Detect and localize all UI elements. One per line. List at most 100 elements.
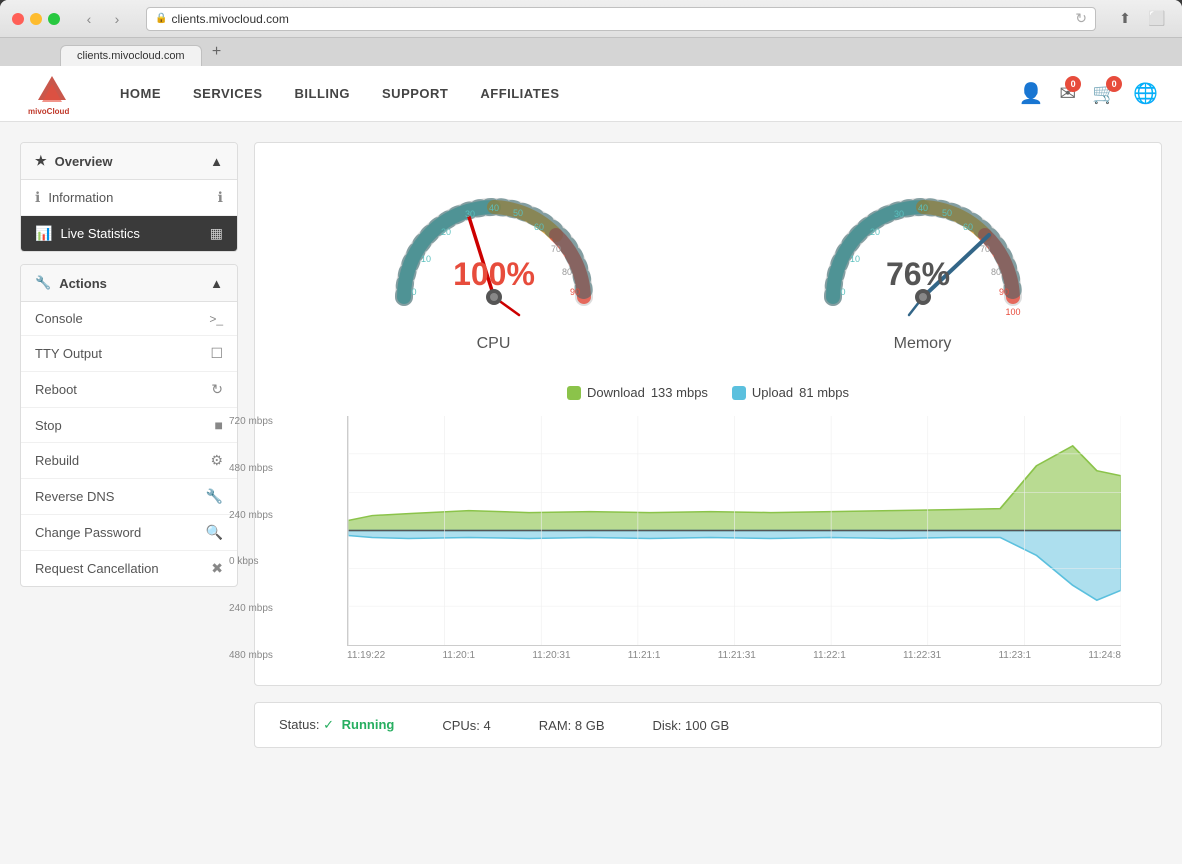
sidebar-item-console[interactable]: Console >_ [21, 302, 237, 336]
address-bar[interactable]: 🔒 clients.mivocloud.com ↻ [146, 7, 1096, 31]
sidebar-actions-header[interactable]: 🔧 Actions ▲ [21, 265, 237, 302]
x-label-8: 11:24:8 [1088, 650, 1121, 661]
memory-gauge-svg: 0 10 20 30 40 50 60 70 80 90 100 [813, 167, 1033, 327]
chart-legend: Download 133 mbps Upload 81 mbps [279, 385, 1137, 400]
cpus-info: CPUs: 4 [442, 718, 490, 733]
cpu-gauge: 0 10 20 30 40 50 60 70 80 90 [384, 167, 604, 353]
user-icon: 👤 [1019, 83, 1044, 105]
logo-icon: mivoCloud [24, 72, 80, 116]
status-check-icon: ✓ [323, 717, 334, 732]
stop-label: Stop [35, 418, 62, 433]
logo-area: mivoCloud [24, 72, 80, 116]
notification-icon-wrap[interactable]: ✉ 0 [1059, 81, 1076, 106]
nav-icons: 👤 ✉ 0 🛒 0 🌐 [1019, 81, 1158, 106]
forward-button[interactable]: › [104, 8, 130, 30]
nav-billing[interactable]: BILLING [295, 86, 351, 101]
x-label-7: 11:23:1 [998, 650, 1031, 661]
svg-text:90: 90 [998, 287, 1008, 297]
sidebar-item-stop[interactable]: Stop ■ [21, 408, 237, 443]
nav-services[interactable]: SERVICES [193, 86, 263, 101]
active-tab[interactable]: clients.mivocloud.com [60, 45, 202, 66]
svg-text:80: 80 [990, 267, 1000, 277]
share-button[interactable]: ⬆ [1112, 8, 1138, 30]
status-label: Status: ✓ Running [279, 717, 394, 733]
svg-text:40: 40 [488, 203, 498, 213]
reload-icon[interactable]: ↻ [1075, 10, 1087, 27]
main-panel: 0 10 20 30 40 50 60 70 80 90 [254, 142, 1162, 748]
x-label-2: 11:20:31 [532, 650, 570, 661]
ram-value: 8 GB [575, 718, 605, 733]
status-value: Running [342, 717, 395, 732]
sidebar-item-change-password[interactable]: Change Password 🔍 [21, 515, 237, 551]
svg-text:50: 50 [512, 208, 522, 218]
x-label-6: 11:22:31 [903, 650, 941, 661]
chart-svg [348, 416, 1121, 645]
svg-text:60: 60 [533, 222, 543, 232]
close-button[interactable] [12, 13, 24, 25]
back-button[interactable]: ‹ [76, 8, 102, 30]
sidebar-item-rebuild[interactable]: Rebuild ⚙ [21, 443, 237, 479]
svg-text:0: 0 [411, 287, 416, 297]
info-icon: ℹ [35, 189, 40, 206]
upload-legend-label: Upload [752, 385, 793, 400]
cancellation-icon: ✖ [211, 560, 223, 577]
svg-text:100%: 100% [453, 256, 535, 292]
globe-icon-wrap[interactable]: 🌐 [1133, 81, 1158, 106]
sidebar-item-reverse-dns[interactable]: Reverse DNS 🔧 [21, 479, 237, 515]
sidebar-item-tty[interactable]: TTY Output ☐ [21, 336, 237, 372]
sidebar-item-live-statistics[interactable]: 📊 Live Statistics ▦ [21, 216, 237, 251]
svg-text:10: 10 [849, 254, 859, 264]
nav-home[interactable]: HOME [120, 86, 161, 101]
y-label-480: 480 mbps [229, 463, 273, 474]
tab-bar: clients.mivocloud.com + [0, 38, 1182, 66]
nav-links: HOME SERVICES BILLING SUPPORT AFFILIATES [120, 86, 1019, 101]
cart-icon-wrap[interactable]: 🛒 0 [1092, 81, 1117, 106]
globe-icon: 🌐 [1133, 83, 1158, 105]
cart-badge: 0 [1106, 76, 1122, 92]
topnav: mivoCloud HOME SERVICES BILLING SUPPORT … [0, 66, 1182, 122]
traffic-lights [12, 13, 60, 25]
cpu-gauge-svg: 0 10 20 30 40 50 60 70 80 90 [384, 167, 604, 327]
sidebar-item-reboot[interactable]: Reboot ↻ [21, 372, 237, 408]
nav-affiliates[interactable]: AFFILIATES [480, 86, 559, 101]
request-cancellation-label: Request Cancellation [35, 561, 159, 576]
svg-text:70: 70 [979, 244, 989, 254]
svg-text:90: 90 [569, 287, 579, 297]
gauges-row: 0 10 20 30 40 50 60 70 80 90 [279, 167, 1137, 353]
minimize-button[interactable] [30, 13, 42, 25]
sidebar-overview-section: ★ Overview ▲ ℹ Information ℹ [20, 142, 238, 252]
disk-info: Disk: 100 GB [653, 718, 730, 733]
console-icon: >_ [209, 312, 223, 326]
svg-text:10: 10 [420, 254, 430, 264]
upload-legend-value: 81 mbps [799, 385, 849, 400]
sidebar-item-request-cancellation[interactable]: Request Cancellation ✖ [21, 551, 237, 586]
rebuild-label: Rebuild [35, 453, 79, 468]
y-axis-labels: 720 mbps 480 mbps 240 mbps 0 kbps 240 mb… [229, 416, 273, 661]
y-label-0: 0 kbps [229, 556, 273, 567]
nav-support[interactable]: SUPPORT [382, 86, 448, 101]
live-statistics-label: Live Statistics [60, 226, 139, 241]
new-tab-button[interactable]: + [206, 41, 228, 63]
overview-label: Overview [55, 154, 113, 169]
actions-chevron-icon: ▲ [210, 276, 223, 291]
y-label-480-neg: 480 mbps [229, 650, 273, 661]
user-icon-wrap[interactable]: 👤 [1019, 81, 1044, 106]
new-window-button[interactable]: ⬜ [1144, 8, 1170, 30]
chart-area [347, 416, 1121, 646]
x-axis-labels: 11:19:22 11:20:1 11:20:31 11:21:1 11:21:… [347, 650, 1121, 661]
svg-text:30: 30 [464, 209, 474, 219]
fullscreen-button[interactable] [48, 13, 60, 25]
download-legend-label: Download [587, 385, 645, 400]
information-detail-icon: ℹ [218, 189, 223, 206]
lock-icon: 🔒 [155, 13, 167, 24]
sidebar-item-information[interactable]: ℹ Information ℹ [21, 180, 237, 216]
ram-info: RAM: 8 GB [539, 718, 605, 733]
x-label-1: 11:20:1 [442, 650, 475, 661]
svg-text:40: 40 [917, 203, 927, 213]
cpu-label: CPU [477, 335, 511, 353]
sidebar-overview-header[interactable]: ★ Overview ▲ [21, 143, 237, 180]
change-password-icon: 🔍 [206, 524, 223, 541]
tty-icon: ☐ [210, 345, 223, 362]
x-label-3: 11:21:1 [628, 650, 661, 661]
svg-text:60: 60 [962, 222, 972, 232]
